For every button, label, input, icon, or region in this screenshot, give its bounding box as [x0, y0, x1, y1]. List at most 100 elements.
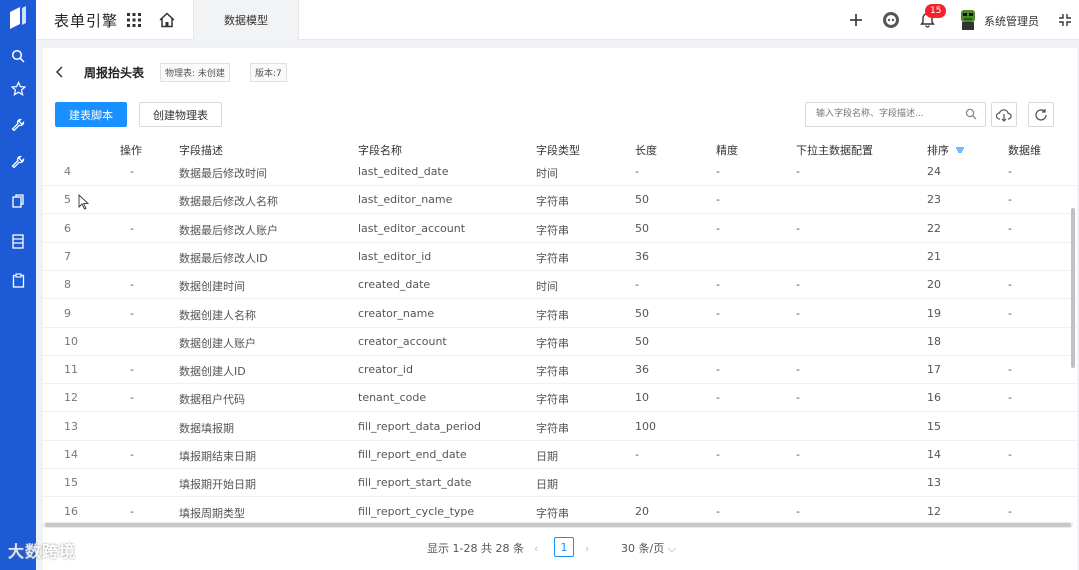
row-field-name: fill_report_data_period [358, 419, 481, 433]
row-field-type: 字符串 [536, 223, 569, 237]
pagination-summary: 显示 1-28 共 28 条 [427, 542, 524, 555]
wrench-icon[interactable] [8, 115, 28, 135]
row-field-sort: 19 [927, 306, 941, 320]
row-field-length: - [635, 448, 639, 461]
row-field-name: creator_account [358, 334, 447, 348]
table-row[interactable]: 11 - 数据创建人ID creator_id 字符串 36 - - 17 - [43, 356, 1077, 385]
refresh-button[interactable] [1028, 102, 1054, 127]
row-index: 14 [64, 448, 78, 461]
tab-data-model[interactable]: 数据模型 [193, 0, 299, 40]
row-field-dimension: - [1008, 363, 1012, 377]
search-input[interactable] [806, 103, 956, 125]
row-field-desc: 数据创建人名称 [179, 308, 256, 322]
fullscreen-icon[interactable] [1054, 9, 1076, 31]
vertical-scrollbar[interactable] [1071, 208, 1075, 368]
row-field-desc: 数据创建人账户 [179, 336, 256, 350]
page-number-current[interactable]: 1 [554, 537, 574, 557]
row-index: 11 [64, 363, 78, 377]
col-header-sort[interactable]: 排序 [927, 142, 965, 158]
row-field-sort: 21 [927, 249, 941, 263]
table-row[interactable]: 16 - 填报周期类型 fill_report_cycle_type 字符串 20 - - 12… [43, 498, 1077, 523]
cloud-download-button[interactable] [991, 102, 1017, 127]
row-index: 16 [64, 504, 78, 518]
col-header-sort-label: 排序 [927, 144, 949, 157]
row-field-dropdown: - [796, 221, 800, 235]
home-icon[interactable] [158, 11, 176, 29]
table-row[interactable]: 13 数据填报期 fill_report_data_period 字符串 100 15 [43, 413, 1077, 441]
row-field-length: 50 [635, 193, 649, 207]
avatar[interactable] [958, 9, 978, 31]
row-field-type: 字符串 [536, 393, 569, 407]
col-header-type: 字段类型 [536, 144, 580, 157]
list-doc-icon[interactable] [8, 231, 28, 251]
row-field-desc: 数据租户代码 [179, 393, 245, 407]
version-tag: 版本:7 [250, 63, 287, 82]
table-row[interactable]: 5 数据最后修改人名称 last_editor_name 字符串 50 - 23 - [43, 186, 1077, 215]
row-field-name: created_date [358, 278, 431, 292]
row-index: 4 [64, 165, 71, 178]
row-field-type: 字符串 [536, 251, 569, 265]
page-title: 周报抬头表 [84, 66, 145, 80]
row-field-type: 字符串 [536, 421, 569, 435]
table-row[interactable]: 4 - 数据最后修改时间 last_edited_date 时间 - - - 24 - [43, 158, 1077, 186]
row-field-sort: 15 [927, 419, 941, 433]
table-row[interactable]: 9 - 数据创建人名称 creator_name 字符串 50 - - 19 - [43, 300, 1077, 328]
user-name[interactable]: 系统管理员 [984, 13, 1039, 29]
sort-icon[interactable] [955, 146, 965, 154]
row-field-dropdown: - [796, 391, 800, 405]
prev-page-icon[interactable]: ‹ [534, 542, 544, 555]
row-field-desc: 数据创建人ID [179, 365, 246, 379]
star-icon[interactable] [8, 78, 28, 98]
row-field-desc: 数据最后修改人账户 [179, 223, 278, 237]
tools-icon[interactable] [8, 152, 28, 172]
row-field-desc: 填报周期类型 [179, 506, 245, 520]
app-logo-icon[interactable] [7, 6, 29, 30]
table-row[interactable]: 8 - 数据创建时间 created_date 时间 - - - 20 - [43, 271, 1077, 300]
table-row[interactable]: 10 数据创建人账户 creator_account 字符串 50 18 [43, 328, 1077, 356]
table-row[interactable]: 7 数据最后修改人ID last_editor_id 字符串 36 21 [43, 243, 1077, 271]
search-icon[interactable] [8, 46, 28, 66]
row-field-sort: 12 [927, 504, 941, 518]
physical-table-status-tag: 物理表: 未创建 [160, 63, 230, 82]
row-index: 6 [64, 221, 71, 235]
next-page-icon[interactable]: › [585, 542, 595, 555]
row-field-type: 时间 [536, 167, 558, 180]
add-icon[interactable] [845, 9, 867, 31]
table-row[interactable]: 14 - 填报期结束日期 fill_report_end_date 日期 - - - 14 - [43, 441, 1077, 469]
build-script-button[interactable]: 建表脚本 [55, 102, 127, 127]
row-field-length: 20 [635, 504, 649, 518]
notification-badge: 15 [925, 4, 947, 18]
col-header-desc: 字段描述 [179, 144, 223, 157]
row-field-dropdown: - [796, 448, 800, 461]
row-field-desc: 数据填报期 [179, 421, 234, 435]
row-field-type: 字符串 [536, 308, 569, 322]
cloud-download-icon [996, 108, 1012, 122]
row-field-dropdown: - [796, 278, 800, 292]
col-header-precision: 精度 [716, 144, 738, 157]
row-field-precision: - [716, 221, 720, 235]
col-header-dropdown: 下拉主数据配置 [796, 144, 873, 157]
row-field-desc: 填报期结束日期 [179, 450, 256, 463]
back-arrow-icon[interactable] [55, 65, 65, 79]
row-field-dropdown: - [796, 306, 800, 320]
assistant-bot-icon[interactable] [880, 9, 902, 31]
clipboard-icon[interactable] [8, 270, 28, 290]
page-size-select[interactable]: 30 条/页 ⌵ [621, 540, 676, 556]
row-field-desc: 填报期开始日期 [179, 478, 256, 492]
row-field-type: 日期 [536, 478, 558, 492]
search-icon[interactable] [965, 108, 977, 120]
create-physical-table-button[interactable]: 创建物理表 [139, 102, 222, 127]
table-row[interactable]: 6 - 数据最后修改人账户 last_editor_account 字符串 50 - - 22 - [43, 215, 1077, 243]
row-action: - [130, 504, 134, 518]
horizontal-scrollbar[interactable] [43, 522, 1073, 528]
row-field-length: 36 [635, 249, 649, 263]
refresh-icon [1035, 108, 1047, 121]
apps-grid-icon[interactable] [126, 12, 142, 28]
table-row[interactable]: 12 - 数据租户代码 tenant_code 字符串 10 - - 16 - [43, 384, 1077, 413]
row-action: - [130, 391, 134, 405]
row-field-name: fill_report_cycle_type [358, 504, 475, 518]
table-row[interactable]: 15 填报期开始日期 fill_report_start_date 日期 13 [43, 469, 1077, 498]
col-header-name: 字段名称 [358, 144, 402, 157]
copy-icon[interactable] [8, 191, 28, 211]
row-action: - [130, 363, 134, 377]
